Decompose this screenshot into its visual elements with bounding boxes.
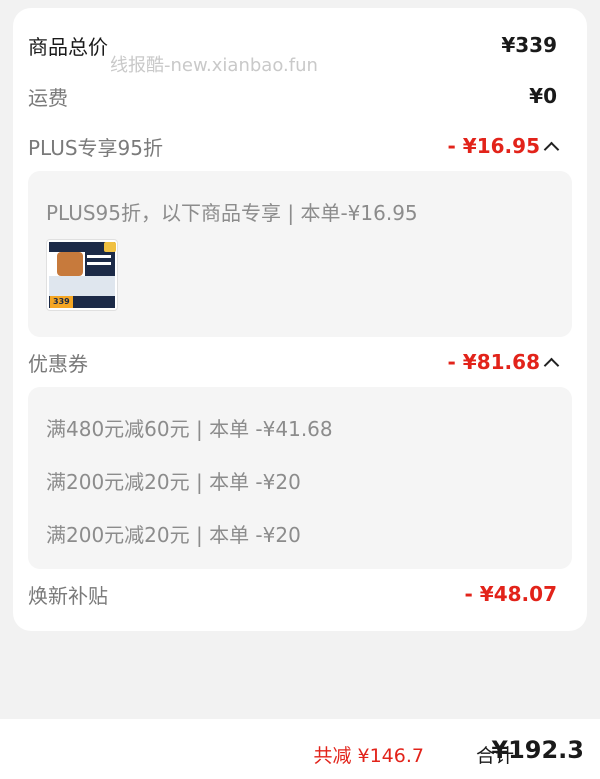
shipping-row: 运费 ¥0 xyxy=(28,81,557,111)
product-thumbnail[interactable]: 339 xyxy=(46,239,118,311)
plus-discount-label: PLUS专享95折 xyxy=(28,135,163,160)
coupon-amount[interactable]: - ¥81.68 xyxy=(447,350,560,374)
shipping-label: 运费 xyxy=(28,85,68,110)
goods-total-label: 商品总价 xyxy=(28,34,108,59)
plus-discount-description: PLUS95折，以下商品专享 | 本单-¥16.95 xyxy=(46,201,418,225)
subsidy-value: - ¥48.07 xyxy=(464,582,557,606)
goods-total-value: ¥339 xyxy=(501,33,557,57)
shipping-value: ¥0 xyxy=(529,84,557,108)
total-value: ¥192.3 xyxy=(491,736,584,764)
thumbnail-info-band xyxy=(49,276,115,296)
coupon-item: 满200元减20元 | 本单 -¥20 xyxy=(46,523,301,547)
chevron-up-icon[interactable] xyxy=(543,357,560,373)
plus-discount-row[interactable]: PLUS专享95折 - ¥16.95 xyxy=(28,131,560,161)
coupon-value: - ¥81.68 xyxy=(447,350,540,374)
thumbnail-text-line xyxy=(87,255,111,258)
plus-discount-amount[interactable]: - ¥16.95 xyxy=(447,134,560,158)
coupon-item: 满480元减60元 | 本单 -¥41.68 xyxy=(46,417,333,441)
coupon-row[interactable]: 优惠券 - ¥81.68 xyxy=(28,347,560,377)
subsidy-label: 焕新补贴 xyxy=(28,583,108,608)
coupon-item: 满200元减20元 | 本单 -¥20 xyxy=(46,470,301,494)
watermark: 线报酷-new.xianbao.fun xyxy=(110,55,318,76)
thumbnail-badge xyxy=(104,242,116,252)
coupon-panel: 满480元减60元 | 本单 -¥41.68 满200元减20元 | 本单 -¥… xyxy=(28,387,572,569)
checkout-bar: 共减 ¥146.7 合计 ¥192.3 xyxy=(0,719,600,779)
plus-discount-value: - ¥16.95 xyxy=(447,134,540,158)
thumbnail-price-tag: 339 xyxy=(50,296,73,308)
total-saved: 共减 ¥146.7 xyxy=(313,745,424,767)
coupon-label: 优惠券 xyxy=(28,351,88,376)
price-detail-card: 商品总价 ¥339 线报酷-new.xianbao.fun 运费 ¥0 PLUS… xyxy=(13,8,587,631)
chevron-up-icon[interactable] xyxy=(543,141,560,157)
thumbnail-cat-image xyxy=(57,252,83,276)
thumbnail-text-line xyxy=(87,262,111,265)
plus-discount-panel: PLUS95折，以下商品专享 | 本单-¥16.95 339 xyxy=(28,171,572,337)
subsidy-row: 焕新补贴 - ¥48.07 xyxy=(28,579,557,609)
